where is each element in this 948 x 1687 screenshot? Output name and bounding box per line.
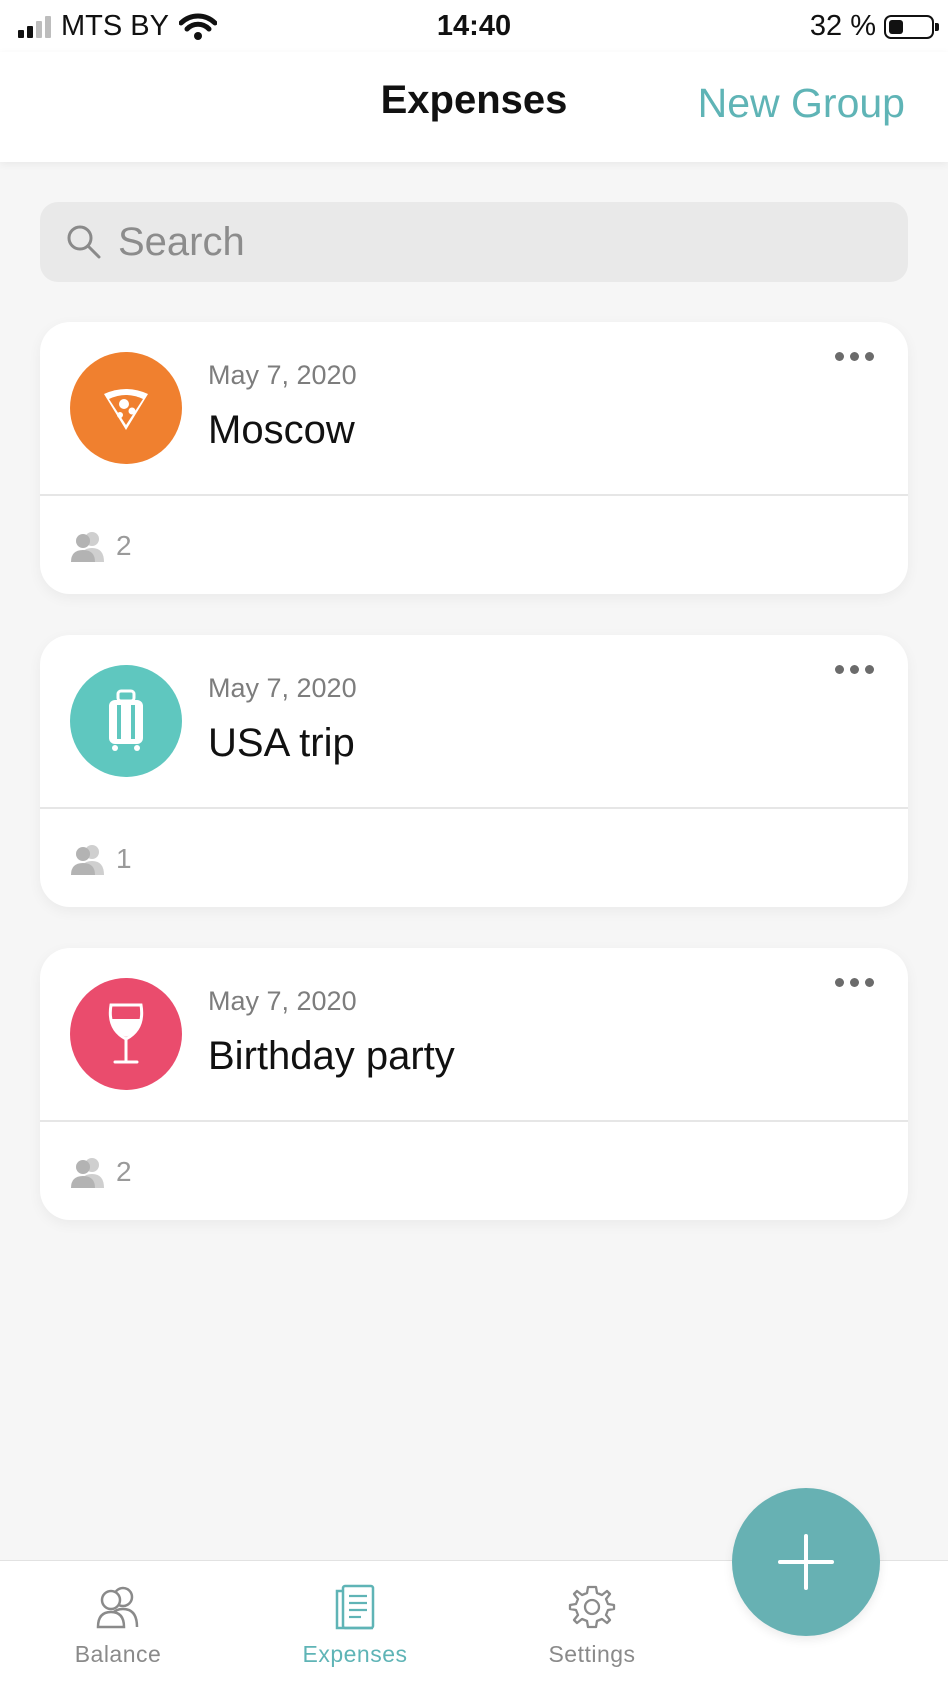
- more-options-icon[interactable]: [831, 661, 878, 678]
- member-count-value: 1: [116, 843, 132, 874]
- group-avatar: [70, 352, 182, 464]
- search-icon: [67, 225, 101, 259]
- group-avatar: [70, 978, 182, 1090]
- gear-icon: [568, 1585, 616, 1629]
- member-count: 1: [70, 843, 132, 875]
- card-divider: [40, 494, 908, 496]
- pizza-icon: [104, 389, 148, 430]
- group-card[interactable]: May 7, 2020 Birthday party 2: [40, 948, 908, 1220]
- status-right: 32 %: [809, 10, 939, 43]
- group-date: May 7, 2020: [208, 360, 357, 390]
- new-group-button[interactable]: New Group: [698, 80, 905, 127]
- status-bar: MTS BY 14:40 32 %: [0, 0, 948, 52]
- group-name: Moscow: [208, 408, 355, 452]
- search-bar[interactable]: [40, 202, 908, 282]
- more-options-icon[interactable]: [831, 348, 878, 365]
- more-options-icon[interactable]: [831, 974, 878, 991]
- users-icon: [71, 532, 104, 562]
- group-name: USA trip: [208, 721, 355, 765]
- tab-label: Balance: [74, 1641, 162, 1667]
- plus-icon: [778, 1534, 834, 1590]
- add-expense-button[interactable]: [732, 1488, 880, 1636]
- users-icon: [71, 1158, 104, 1188]
- receipt-icon: [335, 1584, 375, 1630]
- suitcase-icon: [109, 689, 143, 751]
- group-card[interactable]: May 7, 2020 USA trip 1: [40, 635, 908, 907]
- group-card[interactable]: May 7, 2020 Moscow 2: [40, 322, 908, 594]
- battery-icon: [884, 14, 939, 39]
- group-date: May 7, 2020: [208, 673, 357, 703]
- status-time: 14:40: [436, 10, 512, 42]
- group-name: Birthday party: [208, 1034, 455, 1078]
- tab-label: Settings: [548, 1641, 636, 1667]
- member-count: 2: [70, 530, 132, 562]
- users-icon: [71, 845, 104, 875]
- search-input[interactable]: [116, 218, 880, 266]
- member-count-value: 2: [116, 1156, 132, 1187]
- navigation-bar: Expenses New Group: [0, 52, 948, 162]
- group-date: May 7, 2020: [208, 986, 357, 1016]
- member-count-value: 2: [116, 530, 132, 561]
- member-count: 2: [70, 1156, 132, 1188]
- tab-expenses[interactable]: Expenses: [265, 1561, 445, 1687]
- card-divider: [40, 807, 908, 809]
- card-divider: [40, 1120, 908, 1122]
- tab-label: Expenses: [302, 1641, 408, 1667]
- tab-balance[interactable]: Balance: [28, 1561, 208, 1687]
- battery-percent: 32 %: [809, 10, 876, 42]
- tab-settings[interactable]: Settings: [502, 1561, 682, 1687]
- wine-glass-icon: [108, 1003, 144, 1064]
- users-icon: [96, 1586, 139, 1629]
- group-avatar: [70, 665, 182, 777]
